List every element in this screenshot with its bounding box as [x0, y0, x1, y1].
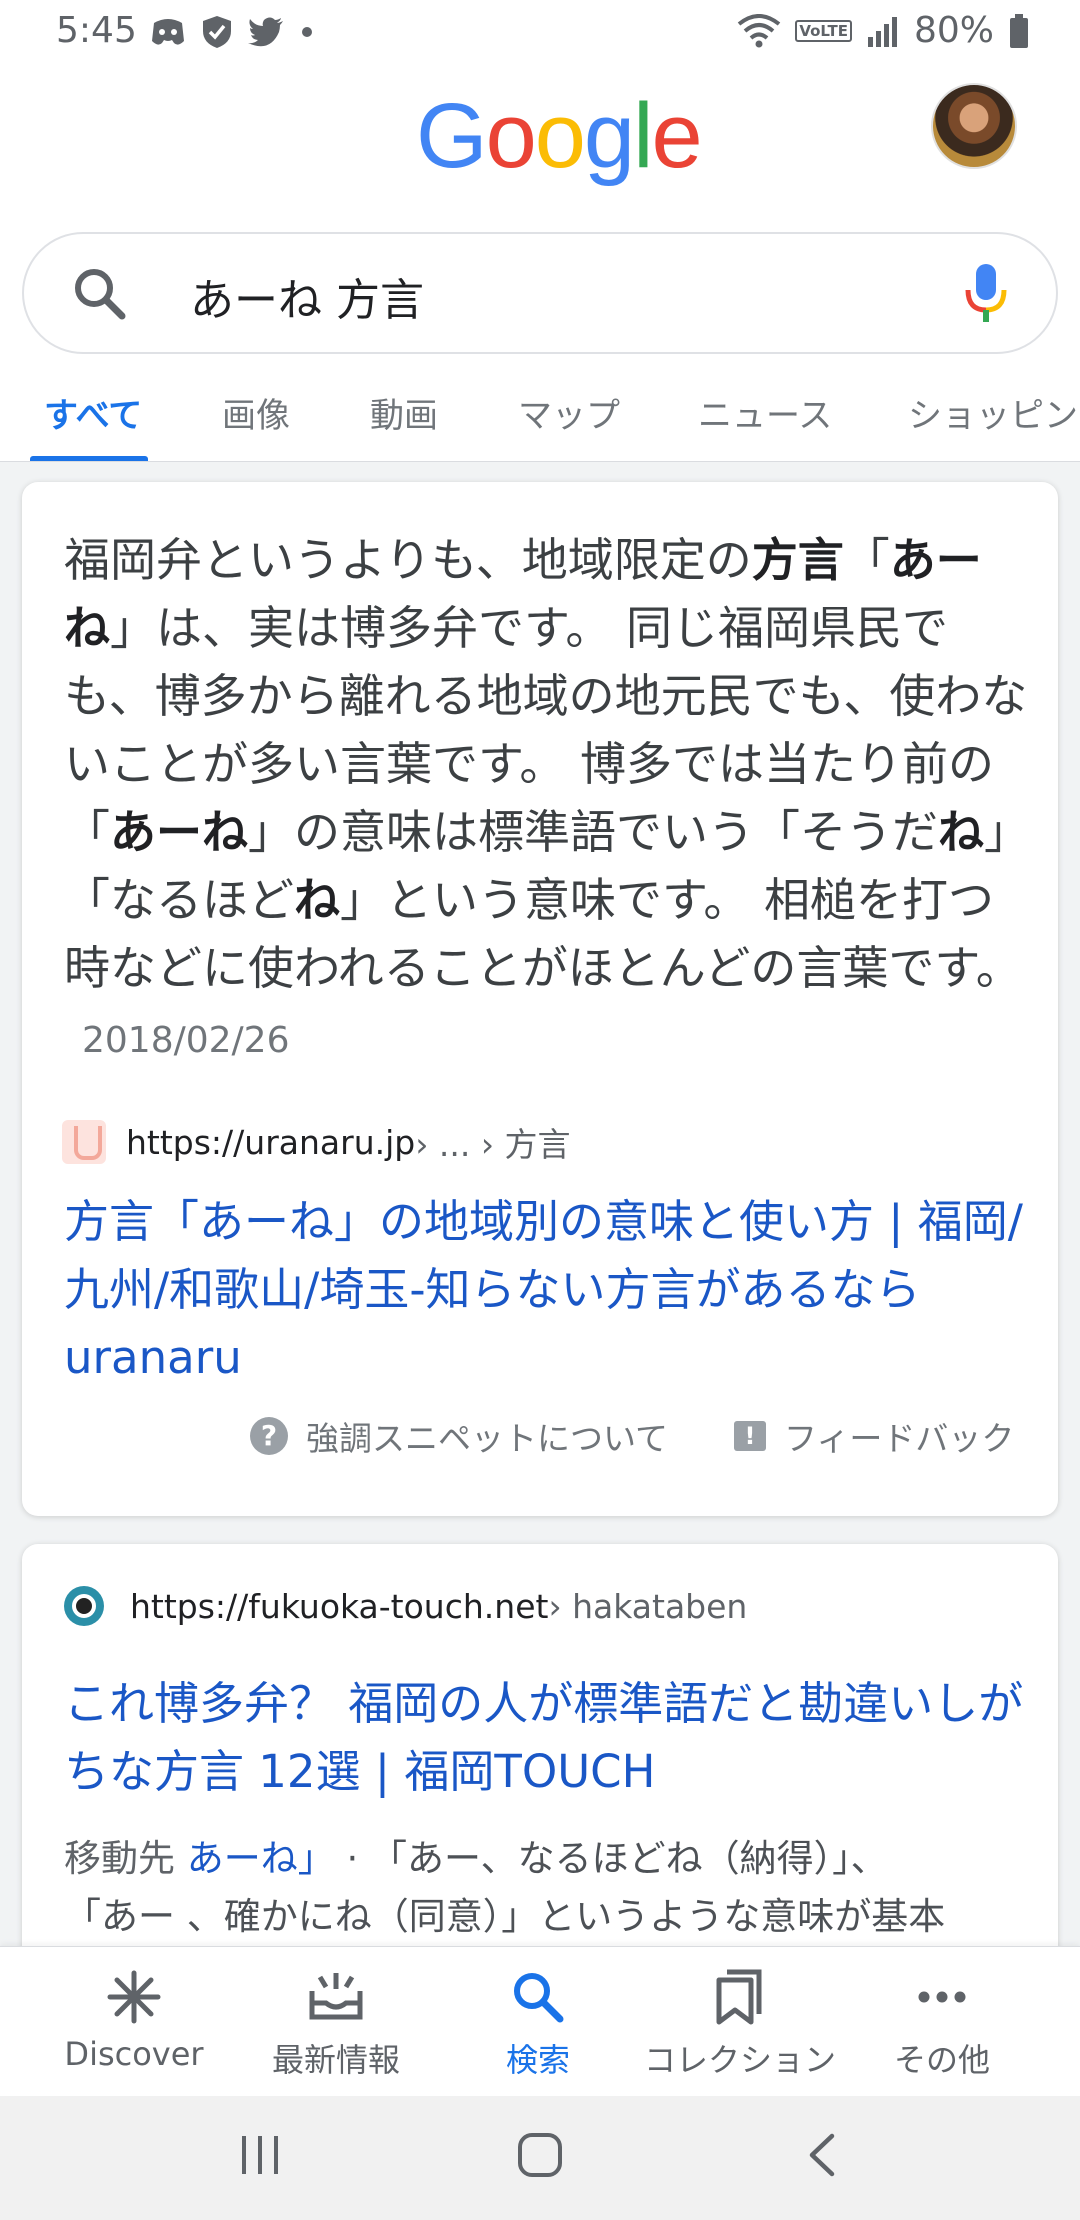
back-icon[interactable]	[804, 2132, 838, 2178]
result-description: 移動先 あーね」 · 「あー、なるほどね（納得）」、 「あー 、確かにね（同意）…	[64, 1830, 1034, 1946]
source-url[interactable]: https://uranaru.jp	[126, 1123, 415, 1162]
jump-to-label: 移動先	[64, 1837, 175, 1880]
signal-icon	[867, 16, 897, 47]
battery-percent: 80%	[913, 10, 994, 51]
search-icon[interactable]	[70, 264, 130, 324]
tab-videos[interactable]: 動画	[370, 388, 438, 437]
search-result-card: https://fukuoka-touch.net › hakataben これ…	[22, 1544, 1058, 1964]
search-input[interactable]: あーね 方言	[190, 264, 424, 328]
source-url[interactable]: https://fukuoka-touch.net	[130, 1587, 548, 1626]
nav-discover[interactable]: Discover	[34, 1965, 234, 2073]
tab-maps[interactable]: マップ	[518, 388, 620, 437]
logo-letter: G	[416, 85, 488, 187]
result-source[interactable]: https://fukuoka-touch.net › hakataben	[64, 1586, 747, 1626]
google-logo[interactable]: Google	[416, 84, 703, 189]
result-snippet-text: · 「あー、なるほどね（納得）」、	[334, 1837, 888, 1880]
status-bar: 5:45 VoLTE 80%	[0, 0, 1080, 66]
nav-label: Discover	[64, 2035, 204, 2073]
result-title-link[interactable]: これ博多弁？ 福岡の人が標準語だと勘違いしがちな方言 12選 | 福岡TOUCH	[64, 1670, 1034, 1806]
snippet-text: 」の意味は標準語でいう「そうだ	[248, 805, 938, 859]
nav-label: その他	[893, 2041, 990, 2079]
asterisk-icon	[107, 1970, 161, 2024]
result-source[interactable]: https://uranaru.jp › ... › 方言	[62, 1118, 571, 1166]
status-right: VoLTE 80%	[737, 10, 1030, 51]
shield-icon	[203, 16, 231, 48]
feedback-link[interactable]: ! フィードバック	[734, 1412, 1014, 1460]
bookmarks-icon	[716, 1969, 762, 2025]
discord-icon	[152, 19, 184, 45]
battery-icon	[1010, 13, 1028, 48]
status-time: 5:45	[56, 10, 137, 51]
tab-shopping[interactable]: ショッピング	[908, 388, 1080, 437]
tab-news[interactable]: ニュース	[698, 388, 832, 437]
uranaru-favicon-icon	[62, 1120, 106, 1164]
featured-snippet-card: 福岡弁というよりも、地域限定の方言「あーね」は、実は博多弁です。 同じ福岡県民で…	[22, 482, 1058, 1516]
tab-images[interactable]: 画像	[222, 388, 290, 437]
mic-icon[interactable]	[964, 262, 1008, 326]
logo-letter: l	[633, 85, 654, 187]
snippet-bold: あーね	[110, 805, 248, 859]
logo-letter: o	[534, 85, 586, 187]
feedback-label: フィードバック	[784, 1419, 1015, 1458]
result-snippet-text: 「あー 、確かにね（同意）」というような意味が基本	[64, 1895, 946, 1938]
source-breadcrumb: › hakataben	[548, 1586, 748, 1626]
result-title-link[interactable]: 方言「あーね」の地域別の意味と使い方 | 福岡/九州/和歌山/埼玉-知らない方言…	[64, 1188, 1034, 1392]
search-icon	[514, 1973, 564, 2023]
tab-all[interactable]: すべて	[44, 388, 142, 437]
help-icon: ?	[250, 1417, 288, 1455]
notification-icons	[150, 12, 314, 52]
fukuoka-touch-favicon-icon	[64, 1586, 104, 1626]
snippet-bold: 方言	[751, 533, 844, 587]
dot-icon	[302, 27, 312, 37]
nav-collections[interactable]: コレクション	[640, 1965, 840, 2081]
jump-to-link[interactable]: あーね」	[187, 1837, 335, 1880]
recent-apps-icon[interactable]	[238, 2132, 282, 2178]
logo-letter: g	[583, 85, 635, 187]
snippet-date: 2018/02/26	[82, 1020, 290, 1061]
nav-updates[interactable]: 最新情報	[236, 1965, 436, 2081]
about-snippets-link[interactable]: ? 強調スニペットについて	[250, 1412, 668, 1460]
nav-label: 最新情報	[271, 2041, 400, 2079]
logo-letter: e	[651, 85, 703, 187]
nav-search[interactable]: 検索	[438, 1965, 638, 2081]
snippet-footer: ? 強調スニペットについて ! フィードバック	[22, 1412, 1058, 1472]
nav-label: 検索	[505, 2041, 570, 2079]
nav-more[interactable]: その他	[842, 1965, 1042, 2081]
snippet-bold: ね	[938, 805, 984, 859]
source-breadcrumb: › ... › 方言	[415, 1125, 571, 1164]
nav-label: コレクション	[643, 2041, 836, 2079]
about-snippets-label: 強調スニペットについて	[306, 1419, 669, 1458]
featured-snippet-text: 福岡弁というよりも、地域限定の方言「あーね」は、実は博多弁です。 同じ福岡県民で…	[64, 526, 1034, 1075]
system-navigation-bar	[0, 2096, 1080, 2220]
snippet-bold: ね	[294, 873, 340, 927]
inbox-icon	[309, 1973, 363, 2020]
bottom-navigation: Discover 最新情報 検索 コレクション その他	[0, 1946, 1080, 2096]
account-avatar[interactable]	[931, 83, 1017, 169]
snippet-text: 「	[843, 533, 890, 587]
logo-letter: o	[485, 85, 537, 187]
home-icon[interactable]	[516, 2132, 564, 2178]
more-dots-icon	[918, 1991, 966, 2003]
active-tab-indicator	[30, 456, 148, 461]
search-tabs: すべて 画像 動画 マップ ニュース ショッピング	[0, 372, 1080, 462]
wifi-icon	[738, 13, 781, 47]
volte-badge: VoLTE	[795, 19, 852, 42]
snippet-text: 福岡弁というよりも、地域限定の	[64, 533, 752, 587]
feedback-icon: !	[734, 1421, 766, 1451]
search-box[interactable]: あーね 方言	[22, 232, 1058, 354]
twitter-icon	[248, 17, 283, 47]
